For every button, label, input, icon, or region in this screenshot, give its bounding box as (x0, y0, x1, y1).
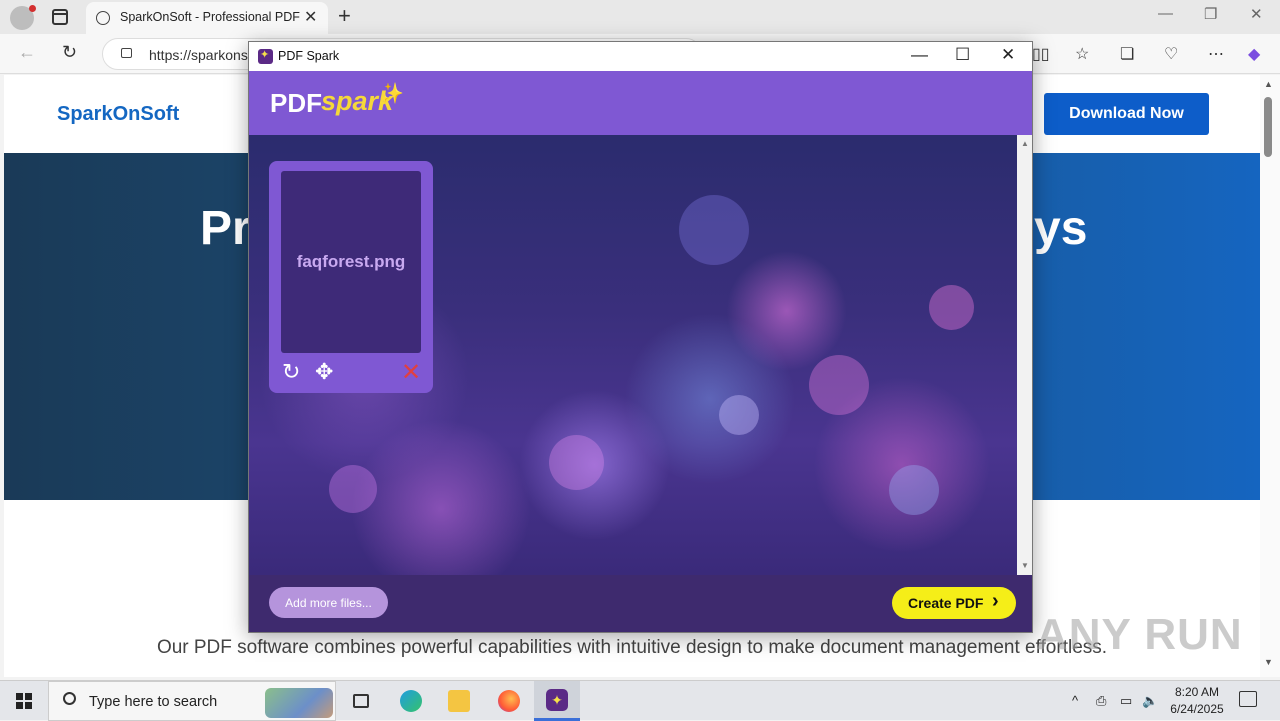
reload-button[interactable]: ↻ (62, 42, 77, 63)
remove-file-icon[interactable]: ✕ (401, 358, 421, 387)
file-name: faqforest.png (296, 252, 406, 271)
tab-actions-icon[interactable] (52, 9, 68, 25)
notifications-icon[interactable] (1239, 691, 1257, 707)
site-logo[interactable]: SparkOnSoft (57, 103, 179, 126)
scroll-down-icon[interactable]: ▼ (1021, 561, 1029, 570)
app-minimize-button[interactable]: — (911, 45, 928, 65)
app-header: PDF spark ✨ (249, 71, 1032, 135)
copilot-icon[interactable]: ◆ (1248, 44, 1260, 64)
bokeh-bubble (679, 195, 749, 265)
split-screen-icon[interactable]: ▯▯ (1032, 44, 1050, 64)
browser-tab-active[interactable]: SparkOnSoft - Professional PDF Software … (86, 2, 328, 34)
scroll-down-icon[interactable]: ▼ (1264, 657, 1273, 667)
sparkle-icon: ✨ (379, 83, 404, 105)
edge-icon[interactable] (388, 681, 434, 721)
bokeh-bubble (549, 435, 604, 490)
scroll-up-icon[interactable]: ▲ (1021, 139, 1029, 148)
browser-essentials-icon[interactable]: ♡ (1164, 44, 1178, 64)
bokeh-bubble (889, 465, 939, 515)
bokeh-bubble (809, 355, 869, 415)
browser-restore-button[interactable]: ❐ (1204, 5, 1217, 23)
app-titlebar[interactable]: PDF Spark — ☐ ✕ (249, 42, 1032, 71)
page-scrollbar[interactable]: ▲ ▼ (1260, 75, 1280, 677)
clock-time: 8:20 AM (1174, 685, 1220, 699)
app-footer: Add more files... Create PDF › (249, 575, 1032, 632)
taskbar: Type here to search ✦ ^ ⎙ ▭ 🔈 8:20 AM 6/… (0, 680, 1280, 721)
rotate-icon[interactable]: ↻ (282, 359, 300, 385)
volume-icon[interactable]: 🔈 (1142, 693, 1158, 709)
app-window-title: PDF Spark (278, 49, 340, 63)
add-more-files-button[interactable]: Add more files... (269, 587, 388, 618)
file-workspace[interactable]: faqforest.png ↻ ✥ ✕ (249, 135, 1017, 575)
app-maximize-button[interactable]: ☐ (955, 45, 970, 65)
bokeh-bubble (929, 285, 974, 330)
search-icon (63, 692, 76, 705)
network-icon[interactable]: ⎙ (1096, 693, 1106, 709)
system-clock[interactable]: 8:20 AM 6/24/2025 (1162, 684, 1232, 718)
browser-tab-bar: SparkOnSoft - Professional PDF Software … (0, 0, 1280, 34)
clock-date: 6/24/2025 (1170, 702, 1224, 716)
tray-chevron-icon[interactable]: ^ (1072, 693, 1078, 708)
task-view-icon[interactable] (338, 681, 384, 721)
scroll-up-icon[interactable]: ▲ (1264, 79, 1273, 89)
move-icon[interactable]: ✥ (315, 359, 333, 385)
lock-icon[interactable] (121, 48, 132, 58)
new-tab-button[interactable]: + (338, 3, 351, 29)
windows-start-icon[interactable] (16, 693, 32, 709)
globe-icon (96, 11, 110, 25)
display-icon[interactable]: ▭ (1120, 693, 1132, 709)
chevron-right-icon: › (992, 590, 999, 612)
watermark-logo: ANY RUN (1036, 610, 1243, 659)
profile-avatar-icon[interactable] (10, 5, 36, 30)
search-highlight-image (265, 688, 333, 718)
file-explorer-icon[interactable] (436, 681, 482, 721)
tab-close-icon[interactable]: ✕ (304, 7, 317, 27)
bokeh-bubble (329, 465, 377, 513)
hero-title-right: ys (1034, 202, 1088, 255)
hero-title-left: Pr (200, 202, 251, 255)
create-pdf-label: Create PDF (908, 595, 984, 611)
scroll-thumb[interactable] (1264, 97, 1272, 157)
file-card[interactable]: faqforest.png ↻ ✥ ✕ (269, 161, 433, 393)
taskbar-search[interactable]: Type here to search (48, 681, 336, 721)
more-icon[interactable]: ⋯ (1208, 44, 1224, 64)
browser-minimize-button[interactable]: — (1158, 5, 1173, 22)
taskbar-search-placeholder: Type here to search (89, 694, 218, 710)
download-now-button[interactable]: Download Now (1044, 93, 1209, 135)
pdf-spark-window: PDF Spark — ☐ ✕ PDF spark ✨ faqforest.pn… (248, 41, 1033, 633)
back-button[interactable]: ← (18, 42, 36, 63)
pdf-spark-app-icon (258, 48, 273, 64)
pdf-spark-taskbar-icon[interactable]: ✦ (534, 681, 580, 721)
create-pdf-button[interactable]: Create PDF › (892, 587, 1016, 619)
collections-icon[interactable]: ❏ (1120, 44, 1134, 64)
favorites-icon[interactable]: ☆ (1075, 44, 1089, 64)
workspace-scrollbar[interactable]: ▲ ▼ (1017, 135, 1032, 575)
tab-title: SparkOnSoft - Professional PDF Software (120, 10, 300, 24)
bokeh-bubble (719, 395, 759, 435)
browser-close-button[interactable]: ✕ (1250, 5, 1263, 23)
file-thumbnail[interactable]: faqforest.png (281, 171, 421, 353)
app-close-button[interactable]: ✕ (1001, 45, 1015, 65)
firefox-icon[interactable] (486, 681, 532, 721)
brand-pdf: PDF (270, 88, 322, 118)
